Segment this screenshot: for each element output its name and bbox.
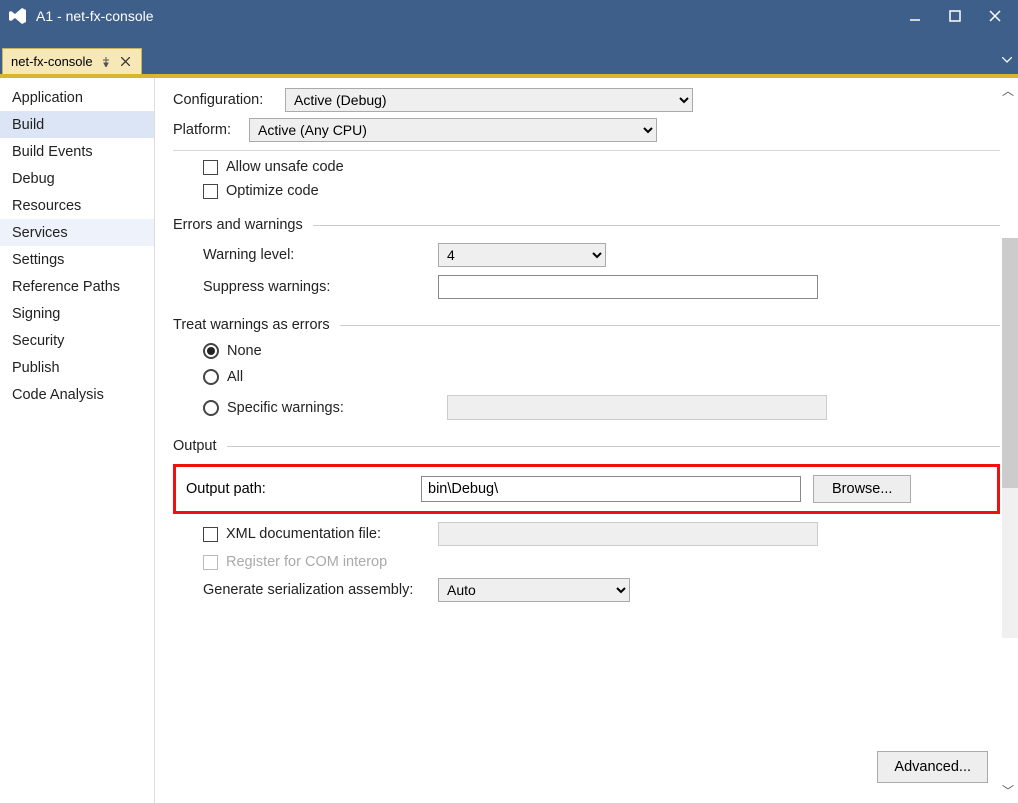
scroll-down-icon[interactable]: ﹀ xyxy=(1002,782,1014,799)
document-tab[interactable]: net-fx-console xyxy=(2,48,142,74)
allow-unsafe-checkbox[interactable] xyxy=(203,160,218,175)
register-com-label: Register for COM interop xyxy=(226,554,387,570)
sidebar-item-debug[interactable]: Debug xyxy=(0,165,154,192)
sidebar-item-signing[interactable]: Signing xyxy=(0,300,154,327)
titlebar: A1 - net-fx-console xyxy=(0,0,1018,32)
sidebar-item-resources[interactable]: Resources xyxy=(0,192,154,219)
output-path-label: Output path: xyxy=(186,481,421,497)
scroll-up-icon[interactable]: ︿ xyxy=(1002,82,1014,99)
sidebar-item-build-events[interactable]: Build Events xyxy=(0,138,154,165)
register-com-checkbox xyxy=(203,555,218,570)
output-path-input[interactable] xyxy=(421,476,801,502)
window-buttons xyxy=(900,1,1010,31)
project-settings-sidebar: Application Build Build Events Debug Res… xyxy=(0,78,155,803)
advanced-button[interactable]: Advanced... xyxy=(877,751,988,783)
treat-none-label: None xyxy=(227,343,262,359)
build-settings-panel: Configuration: Active (Debug) Platform: … xyxy=(155,78,1018,803)
toolbar-strip xyxy=(0,32,1018,46)
browse-button[interactable]: Browse... xyxy=(813,475,911,503)
sidebar-item-security[interactable]: Security xyxy=(0,327,154,354)
maximize-button[interactable] xyxy=(940,1,970,31)
close-button[interactable] xyxy=(980,1,1010,31)
xml-doc-input xyxy=(438,522,818,546)
treat-all-label: All xyxy=(227,369,243,385)
specific-warnings-input[interactable] xyxy=(447,395,827,420)
tab-overflow-chevron-icon[interactable] xyxy=(1002,50,1012,68)
sidebar-item-services[interactable]: Services xyxy=(0,219,154,246)
gen-serialization-select[interactable]: Auto xyxy=(438,578,630,602)
treat-specific-radio[interactable] xyxy=(203,400,219,416)
main-area: Application Build Build Events Debug Res… xyxy=(0,77,1018,803)
suppress-warnings-input[interactable] xyxy=(438,275,818,299)
sidebar-item-code-analysis[interactable]: Code Analysis xyxy=(0,381,154,408)
close-tab-icon[interactable] xyxy=(119,55,133,69)
warning-level-label: Warning level: xyxy=(203,247,438,263)
platform-select[interactable]: Active (Any CPU) xyxy=(249,118,657,142)
optimize-code-label: Optimize code xyxy=(226,183,319,199)
output-path-highlight: Output path: Browse... xyxy=(173,464,1000,514)
vs-logo-icon xyxy=(8,6,28,26)
tab-label: net-fx-console xyxy=(11,54,93,69)
configuration-label: Configuration: xyxy=(173,92,277,108)
optimize-code-checkbox[interactable] xyxy=(203,184,218,199)
minimize-button[interactable] xyxy=(900,1,930,31)
sidebar-item-settings[interactable]: Settings xyxy=(0,246,154,273)
suppress-warnings-label: Suppress warnings: xyxy=(203,279,438,295)
allow-unsafe-label: Allow unsafe code xyxy=(226,159,344,175)
sidebar-item-publish[interactable]: Publish xyxy=(0,354,154,381)
section-line xyxy=(340,325,1000,326)
sidebar-item-application[interactable]: Application xyxy=(0,84,154,111)
treat-warnings-heading: Treat warnings as errors xyxy=(173,317,330,333)
warning-level-select[interactable]: 4 xyxy=(438,243,606,267)
xml-doc-label: XML documentation file: xyxy=(226,526,438,542)
sidebar-item-build[interactable]: Build xyxy=(0,111,154,138)
treat-all-radio[interactable] xyxy=(203,369,219,385)
xml-doc-checkbox[interactable] xyxy=(203,527,218,542)
scrollbar-thumb[interactable] xyxy=(1002,238,1018,488)
section-line xyxy=(313,225,1000,226)
platform-label: Platform: xyxy=(173,122,241,138)
sidebar-item-reference-paths[interactable]: Reference Paths xyxy=(0,273,154,300)
divider xyxy=(173,150,1000,151)
document-tab-row: net-fx-console xyxy=(0,46,1018,74)
gen-serialization-label: Generate serialization assembly: xyxy=(203,582,438,598)
output-section-heading: Output xyxy=(173,438,217,454)
treat-none-radio[interactable] xyxy=(203,343,219,359)
configuration-select[interactable]: Active (Debug) xyxy=(285,88,693,112)
section-line xyxy=(227,446,1000,447)
window-title: A1 - net-fx-console xyxy=(36,8,900,24)
pin-icon[interactable] xyxy=(99,55,113,69)
treat-specific-label: Specific warnings: xyxy=(227,400,439,416)
errors-section-heading: Errors and warnings xyxy=(173,217,303,233)
